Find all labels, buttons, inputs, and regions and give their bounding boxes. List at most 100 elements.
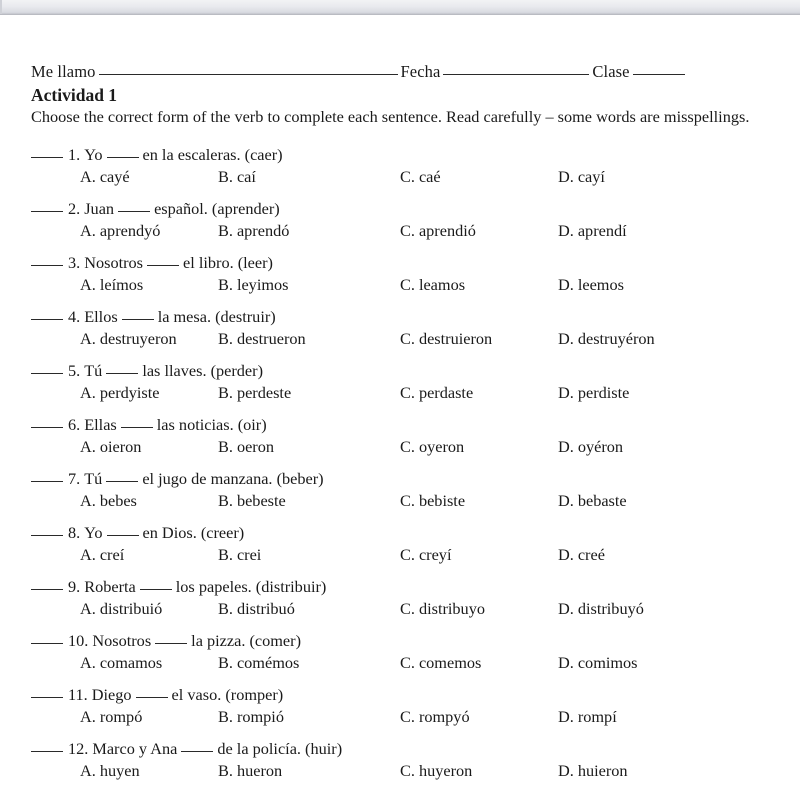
option-c[interactable]: C. huyeron xyxy=(400,760,472,781)
question-prompt: 5. Tú las llaves. (perder) xyxy=(31,360,791,381)
option-b[interactable]: B. oeron xyxy=(218,436,274,457)
option-b[interactable]: B. destrueron xyxy=(218,328,306,349)
sentence-blank-rule[interactable] xyxy=(155,632,188,644)
option-a[interactable]: A. creí xyxy=(80,544,124,565)
option-b[interactable]: B. rompió xyxy=(218,706,284,727)
option-d[interactable]: D. aprendí xyxy=(558,220,627,241)
option-b[interactable]: B. leyimos xyxy=(218,274,289,295)
option-a[interactable]: A. perdyiste xyxy=(80,382,160,403)
option-c[interactable]: C. comemos xyxy=(400,652,481,673)
sentence-blank-rule[interactable] xyxy=(135,686,168,698)
sentence-blank-rule[interactable] xyxy=(106,362,139,374)
option-a[interactable]: A. huyen xyxy=(80,760,140,781)
option-letter: D. xyxy=(558,544,574,564)
worksheet-content: Me llamo Fecha Clase Actividad 1 Choose th… xyxy=(31,62,791,792)
option-b[interactable]: B. bebeste xyxy=(218,490,286,511)
name-blank-rule[interactable] xyxy=(98,63,398,75)
answer-blank-rule[interactable] xyxy=(31,686,63,698)
option-c[interactable]: C. destruieron xyxy=(400,328,492,349)
option-b[interactable]: B. aprendó xyxy=(218,220,289,241)
question-prompt: 12. Marco y Ana de la policía. (huir) xyxy=(31,738,791,759)
option-c[interactable]: C. rompyó xyxy=(400,706,470,727)
option-b[interactable]: B. caí xyxy=(218,166,256,187)
answer-blank-rule[interactable] xyxy=(31,254,63,266)
option-d[interactable]: D. cayí xyxy=(558,166,605,187)
option-c[interactable]: C. bebiste xyxy=(400,490,465,511)
option-d[interactable]: D. bebaste xyxy=(558,490,627,511)
option-letter: D. xyxy=(558,220,574,240)
sentence-blank-rule[interactable] xyxy=(139,578,172,590)
option-c[interactable]: C. oyeron xyxy=(400,436,464,457)
option-text: comemos xyxy=(418,652,482,672)
option-d[interactable]: D. leemos xyxy=(558,274,624,295)
option-c[interactable]: C. perdaste xyxy=(400,382,473,403)
option-text: oyéron xyxy=(577,436,624,456)
option-b[interactable]: B. perdeste xyxy=(218,382,291,403)
sentence-blank-rule[interactable] xyxy=(118,200,151,212)
answer-blank-rule[interactable] xyxy=(31,524,63,536)
option-b[interactable]: B. distribuó xyxy=(218,598,295,619)
option-c[interactable]: C. creyí xyxy=(400,544,451,565)
question-options: A. aprendyó B. aprendó C. aprendió D. aprend… xyxy=(31,220,791,241)
option-text: bebaste xyxy=(577,490,627,510)
prompt-text-after: de la policía. (huir) xyxy=(217,738,343,758)
answer-blank-rule[interactable] xyxy=(31,740,63,752)
option-text: rompí xyxy=(577,706,617,726)
class-blank-rule[interactable] xyxy=(632,63,685,75)
option-d[interactable]: D. comimos xyxy=(558,652,638,673)
option-d[interactable]: D. rompí xyxy=(558,706,617,727)
option-letter: A. xyxy=(80,220,96,240)
option-a[interactable]: A. destruyeron xyxy=(80,328,177,349)
date-blank-rule[interactable] xyxy=(443,63,590,75)
option-letter: D. xyxy=(558,706,574,726)
option-a[interactable]: A. comamos xyxy=(80,652,162,673)
answer-blank-rule[interactable] xyxy=(31,470,63,482)
answer-blank-rule[interactable] xyxy=(31,200,63,212)
option-b[interactable]: B. crei xyxy=(218,544,261,565)
option-b[interactable]: B. hueron xyxy=(218,760,282,781)
sentence-blank-rule[interactable] xyxy=(106,470,139,482)
sentence-blank-rule[interactable] xyxy=(106,146,139,158)
prompt-text-before: Nosotros xyxy=(84,252,144,272)
answer-blank-rule[interactable] xyxy=(31,416,63,428)
option-c[interactable]: C. distribuyo xyxy=(400,598,485,619)
option-letter: A. xyxy=(80,490,96,510)
option-d[interactable]: D. perdiste xyxy=(558,382,629,403)
sentence-blank-rule[interactable] xyxy=(181,740,214,752)
sentence-blank-rule[interactable] xyxy=(106,524,139,536)
option-letter: B. xyxy=(218,706,233,726)
option-c[interactable]: C. leamos xyxy=(400,274,465,295)
sentence-blank-rule[interactable] xyxy=(120,416,153,428)
sentence-blank-rule[interactable] xyxy=(121,308,154,320)
answer-blank-rule[interactable] xyxy=(31,146,63,158)
answer-blank-rule[interactable] xyxy=(31,578,63,590)
option-b[interactable]: B. comémos xyxy=(218,652,299,673)
question-item: 7. Tú el jugo de manzana. (beber) A. bebes … xyxy=(31,468,791,511)
answer-blank-rule[interactable] xyxy=(31,362,63,374)
option-a[interactable]: A. leímos xyxy=(80,274,143,295)
option-a[interactable]: A. oieron xyxy=(80,436,141,457)
option-text: creí xyxy=(99,544,125,564)
option-c[interactable]: C. aprendió xyxy=(400,220,476,241)
option-a[interactable]: A. cayé xyxy=(80,166,130,187)
question-prompt: 7. Tú el jugo de manzana. (beber) xyxy=(31,468,791,489)
option-a[interactable]: A. rompó xyxy=(80,706,142,727)
option-letter: D. xyxy=(558,652,574,672)
answer-blank-rule[interactable] xyxy=(31,632,63,644)
option-c[interactable]: C. caé xyxy=(400,166,441,187)
option-text: bebes xyxy=(99,490,137,510)
option-a[interactable]: A. distribuió xyxy=(80,598,162,619)
option-d[interactable]: D. huieron xyxy=(558,760,628,781)
sentence-blank-rule[interactable] xyxy=(147,254,180,266)
option-a[interactable]: A. bebes xyxy=(80,490,137,511)
option-d[interactable]: D. oyéron xyxy=(558,436,623,457)
option-text: aprendió xyxy=(418,220,476,240)
question-item: 3. Nosotros el libro. (leer) A. leímos B. le… xyxy=(31,252,791,295)
option-d[interactable]: D. creé xyxy=(558,544,605,565)
option-text: cayí xyxy=(577,166,605,186)
option-d[interactable]: D. destruyéron xyxy=(558,328,655,349)
option-a[interactable]: A. aprendyó xyxy=(80,220,160,241)
answer-blank-rule[interactable] xyxy=(31,308,63,320)
option-d[interactable]: D. distribuyó xyxy=(558,598,644,619)
question-options: A. oieron B. oeron C. oyeron D. oyéron xyxy=(31,436,791,457)
